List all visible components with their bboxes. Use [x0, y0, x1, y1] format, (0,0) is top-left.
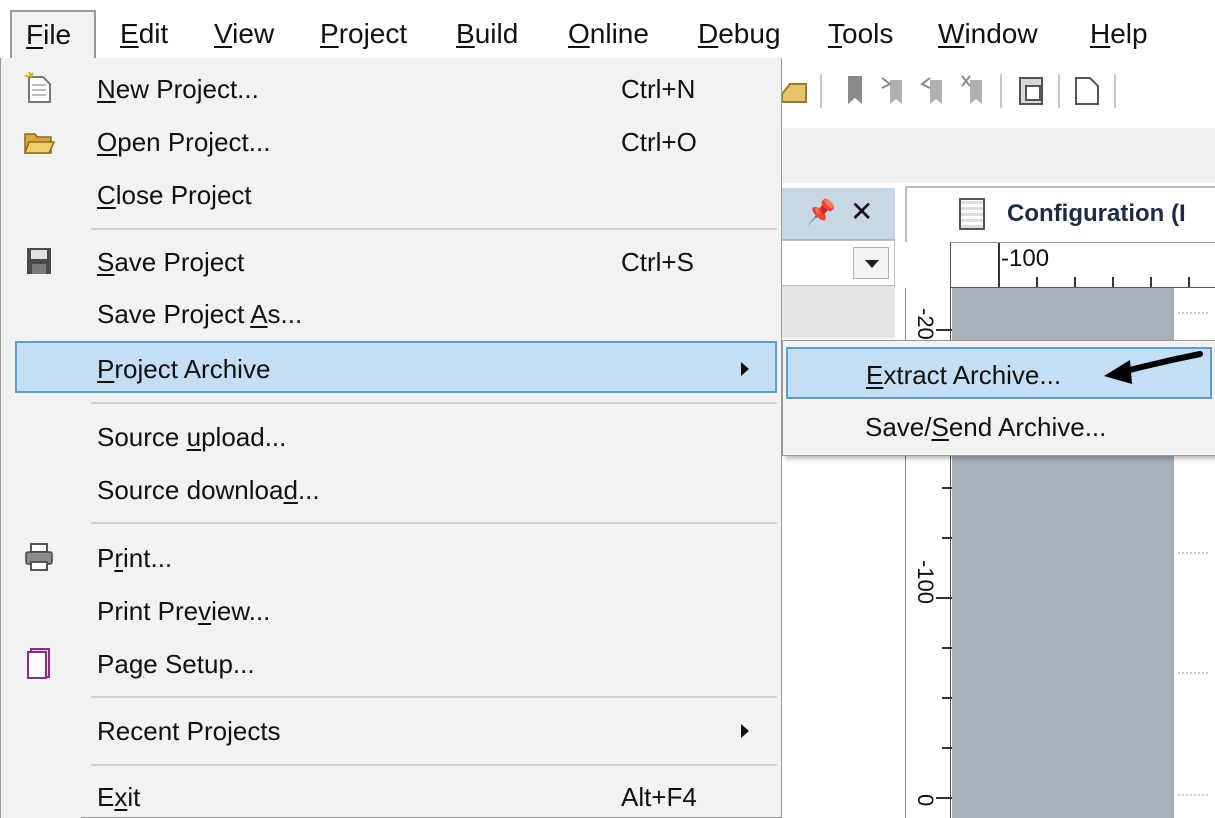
new-page-icon[interactable] [1072, 72, 1102, 108]
save-disk-icon [27, 248, 51, 274]
chevron-down-icon[interactable] [853, 247, 889, 279]
shortcut-label: Ctrl+N [621, 74, 696, 104]
toolbar-separator [1114, 74, 1116, 108]
menu-item-label: Page Setup... [97, 649, 255, 679]
menu-window[interactable]: Window [938, 11, 1038, 57]
menu-item-label: Project Archive [97, 354, 271, 384]
menu-item-print[interactable]: Print... [1, 532, 781, 584]
menu-item-label: Save/Send Archive... [865, 412, 1107, 442]
menu-separator [91, 522, 777, 524]
menu-item-label: Recent Projects [97, 716, 281, 746]
menu-item-save-project[interactable]: Save Project Ctrl+S [1, 236, 781, 288]
menu-separator [91, 228, 777, 230]
panel-header: 📌 ✕ [780, 188, 895, 240]
menu-item-label: Print... [97, 543, 173, 573]
menu-separator [91, 696, 777, 698]
arrow-pointer-icon [1104, 351, 1203, 384]
menu-item-label: Save Project As... [97, 299, 303, 329]
shortcut-label: Ctrl+S [621, 247, 694, 277]
toolbar-separator [1000, 74, 1002, 108]
menu-item-label: Source upload... [97, 422, 287, 452]
toolbar-separator [820, 74, 822, 108]
ruler-ticks [998, 243, 1190, 287]
menu-item-open-project[interactable]: Open Project... Ctrl+O [1, 116, 781, 168]
ruler-label: -20 [913, 308, 938, 340]
menu-item-page-setup[interactable]: Page Setup... [1, 638, 781, 690]
document-tab[interactable]: Configuration (I [905, 186, 1215, 242]
menu-view[interactable]: View [214, 11, 274, 57]
menu-project[interactable]: Project [320, 11, 407, 57]
menu-edit[interactable]: Edit [120, 11, 168, 57]
submenu-arrow-icon [741, 362, 749, 376]
menu-bar: File Edit View Project Build Online Debu… [0, 0, 1215, 58]
horizontal-ruler: -100 [950, 242, 1215, 288]
bookmark-icon[interactable] [840, 72, 870, 108]
ruler-label: -100 [913, 560, 938, 605]
menu-file[interactable]: File [10, 10, 96, 58]
shortcut-label: Alt+F4 [621, 782, 697, 812]
folder-up-icon[interactable] [780, 72, 810, 108]
page-setup-icon [27, 648, 50, 679]
secondary-toolbar [780, 128, 1215, 183]
menu-item-close-project[interactable]: Close Project [1, 169, 781, 221]
pin-icon[interactable]: 📌 [806, 198, 836, 228]
menu-item-label: Exit [97, 782, 141, 812]
open-folder-icon [23, 133, 55, 154]
menu-item-label: Close Project [97, 180, 252, 210]
menu-item-source-upload[interactable]: Source upload... [1, 411, 781, 463]
menu-item-recent-projects[interactable]: Recent Projects [1, 705, 781, 757]
menu-item-save-send-archive[interactable]: Save/Send Archive... [783, 401, 1213, 453]
menu-item-exit[interactable]: Exit Alt+F4 [1, 771, 781, 818]
menu-item-save-project-as[interactable]: Save Project As... [1, 288, 781, 340]
close-icon[interactable]: ✕ [850, 196, 873, 228]
next-bookmark-icon[interactable] [880, 72, 910, 108]
menu-build[interactable]: Build [456, 11, 518, 57]
menu-debug[interactable]: Debug [698, 11, 781, 57]
document-tab-label: Configuration (I [1007, 200, 1186, 227]
menu-item-label: Open Project... [97, 127, 271, 157]
file-menu: New Project... Ctrl+N Open Project... Ct… [0, 58, 782, 818]
printer-icon [25, 543, 53, 571]
panel-dropdown[interactable] [780, 240, 895, 286]
menu-item-label: Extract Archive... [866, 360, 1062, 390]
menu-help[interactable]: Help [1090, 11, 1148, 57]
previous-bookmark-icon[interactable] [920, 72, 950, 108]
menu-item-new-project[interactable]: New Project... Ctrl+N [1, 63, 781, 115]
menu-item-label: New Project... [97, 74, 259, 104]
menu-tools[interactable]: Tools [828, 11, 893, 57]
menu-item-project-archive[interactable]: Project Archive [15, 341, 777, 393]
menu-item-source-download[interactable]: Source download... [1, 464, 781, 516]
ruler-label: 0 [913, 794, 938, 807]
menu-separator [91, 764, 777, 766]
toolbar [780, 58, 1215, 128]
menu-item-print-preview[interactable]: Print Preview... [1, 585, 781, 637]
clear-bookmarks-icon[interactable] [960, 72, 990, 108]
menu-online[interactable]: Online [568, 11, 649, 57]
new-project-icon [24, 71, 51, 103]
document-icon [959, 198, 985, 230]
menu-separator [91, 402, 777, 404]
menu-item-label: Save Project [97, 247, 245, 277]
menu-item-label: Source download... [97, 475, 320, 505]
shortcut-label: Ctrl+O [621, 127, 697, 157]
paste-icon[interactable] [1016, 72, 1046, 108]
submenu-arrow-icon [741, 724, 749, 738]
menu-item-label: Print Preview... [97, 596, 271, 626]
toolbar-separator [1058, 74, 1060, 108]
